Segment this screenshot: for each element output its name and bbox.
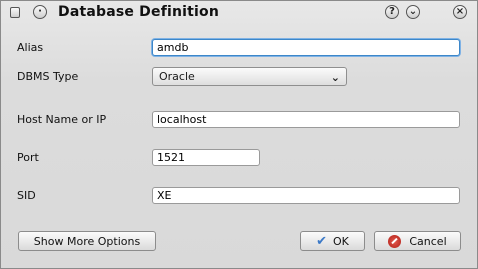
ok-label: OK xyxy=(333,234,349,248)
window-title: Database Definition xyxy=(58,4,220,20)
host-label: Host Name or IP xyxy=(17,113,107,126)
pin-icon[interactable]: · xyxy=(33,5,47,19)
sid-input[interactable] xyxy=(152,187,460,204)
dbms-type-label: DBMS Type xyxy=(17,70,79,83)
ok-button[interactable]: ✔ OK xyxy=(300,231,365,251)
dbms-type-value: Oracle xyxy=(159,70,195,83)
cancel-button[interactable]: Cancel xyxy=(374,231,461,251)
title-bar: · Database Definition ? ⌄ × xyxy=(1,1,477,27)
close-icon[interactable]: × xyxy=(453,5,467,19)
chevron-down-icon[interactable]: ⌄ xyxy=(406,5,420,19)
cancel-icon xyxy=(388,234,402,248)
chevron-down-icon: ⌄ xyxy=(330,71,340,84)
port-input[interactable] xyxy=(152,149,260,166)
checkmark-icon: ✔ xyxy=(316,233,328,249)
sid-label: SID xyxy=(17,189,36,202)
alias-input[interactable] xyxy=(152,39,460,56)
dbms-type-select[interactable]: Oracle ⌄ xyxy=(152,67,347,86)
show-more-options-label: Show More Options xyxy=(33,234,141,248)
alias-label: Alias xyxy=(17,41,44,54)
cancel-label: Cancel xyxy=(409,234,447,248)
host-input[interactable] xyxy=(152,111,460,128)
help-icon[interactable]: ? xyxy=(385,5,399,19)
port-label: Port xyxy=(17,151,39,164)
dialog-window: · Database Definition ? ⌄ × Alias DBMS T… xyxy=(0,0,478,269)
show-more-options-button[interactable]: Show More Options xyxy=(18,231,156,251)
window-menu-icon[interactable] xyxy=(10,7,20,18)
